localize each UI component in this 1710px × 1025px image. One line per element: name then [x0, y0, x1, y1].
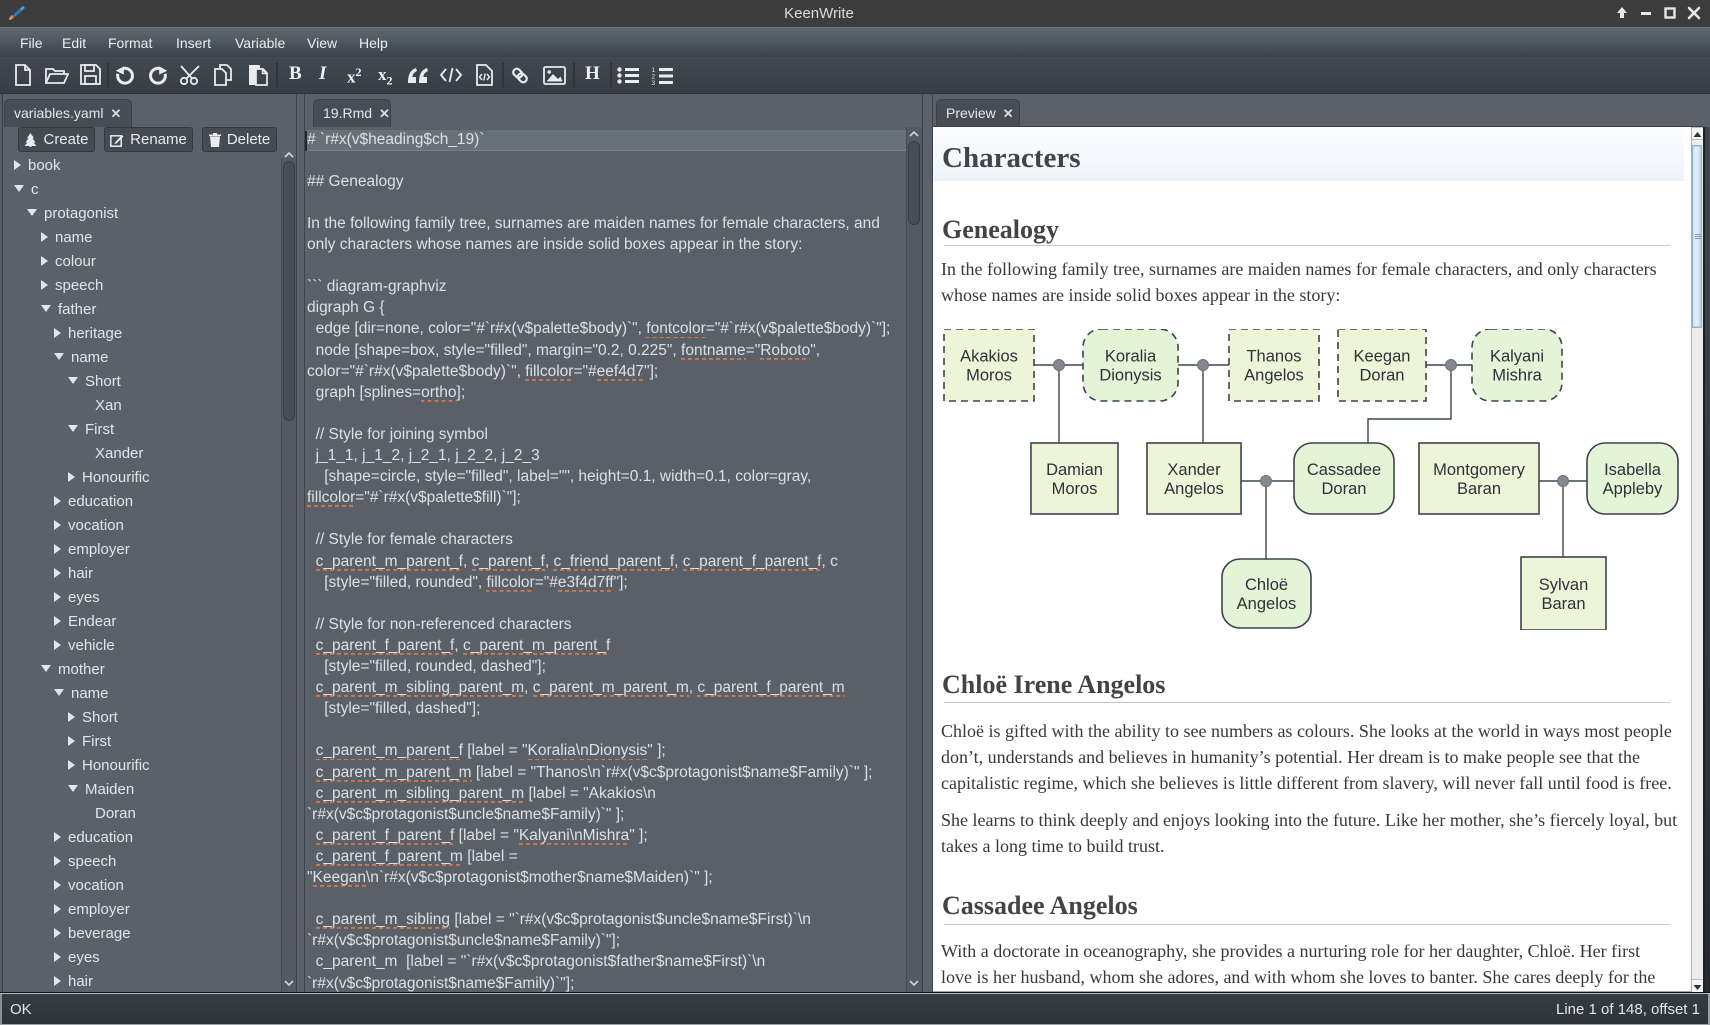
svg-text:Montgomery: Montgomery	[1433, 461, 1525, 479]
svg-text:Akakios: Akakios	[960, 348, 1018, 366]
svg-text:Chloë: Chloë	[1245, 576, 1288, 594]
svg-text:Dionysis: Dionysis	[1099, 367, 1161, 385]
svg-text:Baran: Baran	[1541, 595, 1585, 613]
svg-text:Cassadee: Cassadee	[1307, 461, 1381, 479]
svg-text:Sylvan: Sylvan	[1539, 576, 1589, 594]
svg-text:Isabella: Isabella	[1604, 461, 1662, 479]
svg-text:Moros: Moros	[966, 367, 1012, 385]
svg-text:Angelos: Angelos	[1237, 595, 1297, 613]
svg-text:Damian: Damian	[1046, 461, 1103, 479]
svg-text:Koralia: Koralia	[1105, 348, 1157, 366]
svg-text:Angelos: Angelos	[1164, 480, 1224, 498]
svg-text:Appleby: Appleby	[1603, 480, 1663, 498]
svg-text:Mishra: Mishra	[1492, 367, 1542, 385]
svg-text:Xander: Xander	[1167, 461, 1221, 479]
svg-text:Baran: Baran	[1457, 480, 1501, 498]
svg-text:3: 3	[652, 80, 656, 85]
svg-text:Moros: Moros	[1052, 480, 1098, 498]
svg-text:Kalyani: Kalyani	[1490, 348, 1544, 366]
svg-text:Doran: Doran	[1360, 367, 1405, 385]
svg-text:Thanos: Thanos	[1246, 348, 1301, 366]
svg-text:Doran: Doran	[1322, 480, 1367, 498]
svg-text:Angelos: Angelos	[1244, 367, 1304, 385]
svg-text:Keegan: Keegan	[1354, 348, 1411, 366]
